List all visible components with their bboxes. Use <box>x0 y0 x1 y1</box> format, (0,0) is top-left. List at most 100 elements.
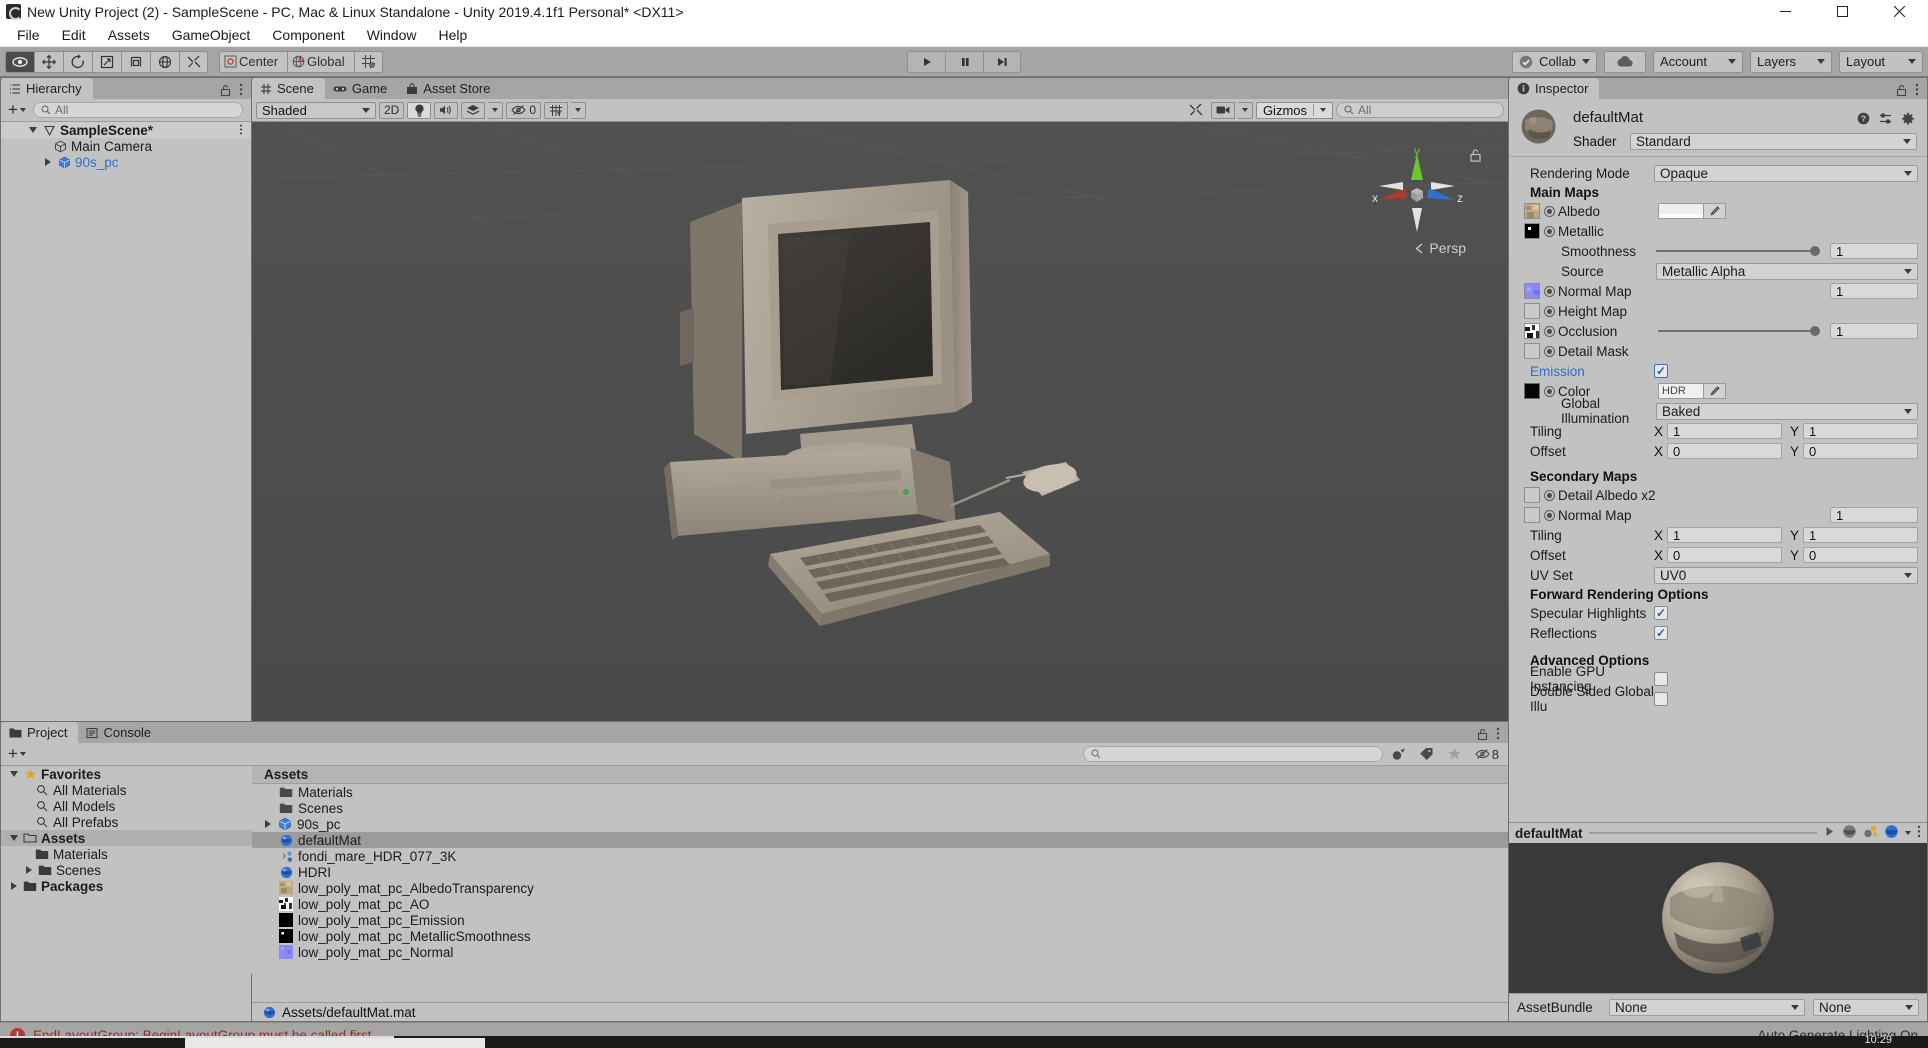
hierarchy-menu-icon[interactable] <box>239 83 243 99</box>
project-tree-favorites[interactable]: Favorites <box>1 766 253 782</box>
preview-menu-icon[interactable] <box>1917 825 1921 841</box>
tiling-x-field[interactable]: 1 <box>1667 423 1782 439</box>
rotate-tool-button[interactable] <box>63 50 92 73</box>
albedo-toggle-radio[interactable] <box>1544 205 1555 217</box>
project-lock-icon[interactable] <box>1477 727 1488 743</box>
hierarchy-tree[interactable]: SampleScene* Main Camera 90s_pc <box>1 122 251 721</box>
project-favorite-button[interactable] <box>1443 746 1467 763</box>
occlusion-value[interactable]: 1 <box>1830 323 1918 339</box>
preset-icon[interactable] <box>1879 112 1892 128</box>
project-search-input[interactable] <box>1082 746 1383 762</box>
preview-shape-dropdown-icon[interactable] <box>1905 831 1911 835</box>
asset-row[interactable]: low_poly_mat_pc_Emission <box>252 912 1508 928</box>
2d-toggle-button[interactable]: 2D <box>379 101 405 119</box>
step-button[interactable] <box>983 50 1021 73</box>
scene-search-input[interactable]: All <box>1336 102 1504 118</box>
scene-axis-gizmo[interactable]: y x z <box>1369 144 1465 242</box>
offset-y-field[interactable]: 0 <box>1803 443 1918 459</box>
account-button[interactable]: Account <box>1653 50 1743 73</box>
emission-color-radio[interactable] <box>1544 385 1555 397</box>
occlusion-toggle-radio[interactable] <box>1544 325 1555 337</box>
pivot-mode-button[interactable]: Center <box>219 50 288 73</box>
project-tree-all-models[interactable]: All Models <box>1 798 253 814</box>
uv-set-dropdown[interactable]: UV0 <box>1654 566 1918 584</box>
cloud-button[interactable] <box>1604 50 1646 73</box>
sec-tiling-x-field[interactable]: 1 <box>1667 527 1782 543</box>
normal-map-toggle-radio[interactable] <box>1544 285 1555 297</box>
scene-camera-dropdown[interactable] <box>1237 101 1253 119</box>
tab-game[interactable]: Game <box>325 78 398 99</box>
scene-row-menu-icon[interactable] <box>239 123 251 138</box>
tiling-y-field[interactable]: 1 <box>1803 423 1918 439</box>
detail-albedo-texture-slot[interactable] <box>1524 487 1540 503</box>
scene-viewport[interactable]: y x z Persp <box>252 122 1508 721</box>
inspector-menu-icon[interactable] <box>1915 83 1919 99</box>
project-tree-materials[interactable]: Materials <box>1 846 253 862</box>
asset-row[interactable]: HDRI <box>252 864 1508 880</box>
source-dropdown[interactable]: Metallic Alpha <box>1656 262 1918 280</box>
project-tree-all-prefabs[interactable]: All Prefabs <box>1 814 253 830</box>
asset-row[interactable]: 90s_pc <box>252 816 1508 832</box>
metallic-toggle-radio[interactable] <box>1544 225 1555 237</box>
sec-offset-x-field[interactable]: 0 <box>1667 547 1782 563</box>
occlusion-slider[interactable] <box>1658 326 1820 336</box>
offset-x-field[interactable]: 0 <box>1667 443 1782 459</box>
menu-window[interactable]: Window <box>356 24 428 46</box>
scene-camera-button[interactable] <box>1210 101 1235 119</box>
shader-dropdown[interactable]: Standard <box>1630 133 1917 150</box>
detail-mask-toggle-radio[interactable] <box>1544 345 1555 357</box>
scene-hidden-objects-button[interactable]: 0 <box>506 101 542 119</box>
lock-icon[interactable] <box>220 83 231 99</box>
smoothness-slider[interactable] <box>1656 246 1820 256</box>
albedo-color-picker-icon[interactable] <box>1704 203 1726 219</box>
secondary-normal-radio[interactable] <box>1544 509 1555 521</box>
assets-list[interactable]: Materials Scenes 90s_pc defaultMat fondi… <box>252 784 1508 1002</box>
assetbundle-dropdown[interactable]: None <box>1609 999 1805 1016</box>
global-illumination-dropdown[interactable]: Baked <box>1656 402 1918 420</box>
asset-row[interactable]: Materials <box>252 784 1508 800</box>
project-filter-label-button[interactable] <box>1415 746 1439 763</box>
close-button[interactable] <box>1871 0 1928 23</box>
double-sided-gi-checkbox[interactable] <box>1654 692 1668 706</box>
tab-scene[interactable]: Scene <box>252 78 325 99</box>
preview-shape-icon[interactable] <box>1884 824 1899 842</box>
project-tree-packages[interactable]: Packages <box>1 878 253 894</box>
scene-lighting-toggle[interactable] <box>407 101 432 119</box>
gizmos-button[interactable]: Gizmos <box>1255 101 1333 119</box>
menu-component[interactable]: Component <box>261 24 355 46</box>
preview-play-icon[interactable] <box>1823 825 1836 841</box>
project-create-button[interactable]: + <box>5 745 29 762</box>
gpu-instancing-checkbox[interactable] <box>1654 672 1668 686</box>
height-map-toggle-radio[interactable] <box>1544 305 1555 317</box>
scene-grid-dropdown[interactable] <box>571 101 587 119</box>
scene-fx-dropdown[interactable] <box>488 101 504 119</box>
inspector-lock-icon[interactable] <box>1896 83 1907 99</box>
hierarchy-row-90s-pc[interactable]: 90s_pc <box>1 154 251 170</box>
asset-row[interactable]: low_poly_mat_pc_MetallicSmoothness <box>252 928 1508 944</box>
hand-tool-button[interactable] <box>5 50 34 73</box>
menu-assets[interactable]: Assets <box>97 24 161 46</box>
reflections-checkbox[interactable]: ✓ <box>1654 626 1668 640</box>
asset-row[interactable]: low_poly_mat_pc_AlbedoTransparency <box>252 880 1508 896</box>
transform-tool-button[interactable] <box>150 50 179 73</box>
tab-asset-store[interactable]: Asset Store <box>398 78 501 99</box>
menu-help[interactable]: Help <box>427 24 478 46</box>
menu-gameobject[interactable]: GameObject <box>161 24 262 46</box>
expand-arrow-icon[interactable] <box>8 771 19 777</box>
move-tool-button[interactable] <box>34 50 63 73</box>
gear-icon[interactable] <box>1901 112 1915 129</box>
expand-arrow-icon[interactable] <box>8 835 19 841</box>
detail-albedo-radio[interactable] <box>1544 489 1555 501</box>
expand-arrow-icon[interactable] <box>8 882 19 890</box>
tab-project[interactable]: Project <box>1 722 79 743</box>
play-button[interactable] <box>907 50 945 73</box>
tab-console[interactable]: Console <box>78 722 162 743</box>
emission-checkbox[interactable]: ✓ <box>1654 364 1668 378</box>
scene-grid-toggle[interactable] <box>544 101 569 119</box>
hierarchy-search-input[interactable]: All <box>32 102 243 118</box>
maximize-button[interactable] <box>1814 0 1871 23</box>
albedo-color-field[interactable] <box>1658 203 1704 219</box>
rect-tool-button[interactable] <box>121 50 150 73</box>
pivot-rotation-button[interactable]: Global <box>287 50 354 73</box>
hierarchy-create-button[interactable]: + <box>5 101 29 118</box>
